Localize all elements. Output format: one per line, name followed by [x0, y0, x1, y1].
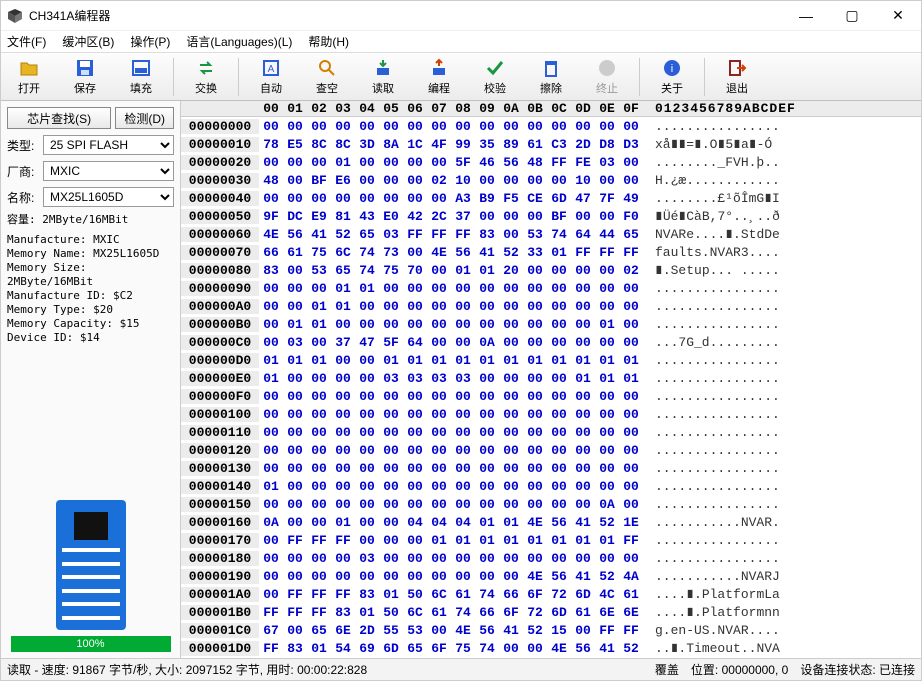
chip-info-text: Manufacture: MXIC Memory Name: MX25L1605… — [7, 233, 174, 345]
hex-row[interactable]: 0000002000000001000000005F465648FFFE0300… — [181, 153, 921, 171]
read-icon — [373, 58, 393, 78]
prog-button[interactable]: 编程 — [411, 54, 467, 100]
stop-button: 终止 — [579, 54, 635, 100]
verify-button[interactable]: 校验 — [467, 54, 523, 100]
fill-icon — [131, 58, 151, 78]
close-button[interactable]: ✕ — [875, 1, 921, 31]
blank-button[interactable]: 查空 — [299, 54, 355, 100]
hex-row[interactable]: 000000604E5641526503FFFFFF83005374644465… — [181, 225, 921, 243]
save-icon — [75, 58, 95, 78]
name-select[interactable]: MX25L1605D — [43, 187, 174, 207]
blank-icon — [317, 58, 337, 78]
menu-operate[interactable]: 操作(P) — [130, 33, 170, 50]
status-mode: 覆盖 — [655, 661, 679, 678]
hex-row[interactable]: 000000D001010100000101010101010101010101… — [181, 351, 921, 369]
toolbar: 打开 保存 填充 交换 A自动 查空 读取 编程 校验 擦除 终止 i关于 退出 — [1, 53, 921, 101]
svg-text:i: i — [671, 63, 673, 75]
hex-row[interactable]: 0000013000000000000000000000000000000000… — [181, 459, 921, 477]
left-panel: 芯片查找(S) 检测(D) 类型: 25 SPI FLASH 厂商: MXIC … — [1, 101, 181, 658]
hex-row[interactable]: 000000706661756C7473004E5641523301FFFFFF… — [181, 243, 921, 261]
hex-row[interactable]: 0000019000000000000000000000004E5641524A… — [181, 567, 921, 585]
hex-row[interactable]: 0000000000000000000000000000000000000000… — [181, 117, 921, 135]
progress-bar: 100% — [11, 636, 171, 652]
erase-icon — [541, 58, 561, 78]
hex-row[interactable]: 0000018000000000030000000000000000000000… — [181, 549, 921, 567]
hex-row[interactable]: 0000009000000001010000000000000000000000… — [181, 279, 921, 297]
type-label: 类型: — [7, 137, 39, 154]
hex-row[interactable]: 0000010000000000000000000000000000000000… — [181, 405, 921, 423]
hex-row[interactable]: 0000014001000000000000000000000000000000… — [181, 477, 921, 495]
hex-row[interactable]: 000001A000FFFFFF8301506C6174666F726D4C61… — [181, 585, 921, 603]
menu-buffer[interactable]: 缓冲区(B) — [62, 33, 114, 50]
open-icon — [19, 58, 39, 78]
status-conn: 设备连接状态: 已连接 — [800, 661, 915, 678]
hex-row[interactable]: 0000012000000000000000000000000000000000… — [181, 441, 921, 459]
hex-row[interactable]: 000000400000000000000000A3B9F5CE6D477F49… — [181, 189, 921, 207]
hex-row[interactable]: 000000509FDCE98143E0422C37000000BF0000F0… — [181, 207, 921, 225]
hex-row[interactable]: 000000F000000000000000000000000000000000… — [181, 387, 921, 405]
save-button[interactable]: 保存 — [57, 54, 113, 100]
menubar: 文件(F) 缓冲区(B) 操作(P) 语言(Languages)(L) 帮助(H… — [1, 31, 921, 53]
window-title: CH341A编程器 — [29, 7, 783, 24]
status-left: 读取 - 速度: 91867 字节/秒, 大小: 2097152 字节, 用时:… — [7, 661, 367, 678]
minimize-button[interactable]: — — [783, 1, 829, 31]
hex-row[interactable]: 0000001078E58C8C3D8A1C4F99358961C32DD8D3… — [181, 135, 921, 153]
name-label: 名称: — [7, 189, 39, 206]
hex-row[interactable]: 0000008083005365747570000101200000000002… — [181, 261, 921, 279]
hex-row[interactable]: 000000304800BFE6000000021000000000100000… — [181, 171, 921, 189]
open-button[interactable]: 打开 — [1, 54, 57, 100]
swap-icon — [196, 58, 216, 78]
app-icon — [7, 8, 23, 24]
statusbar: 读取 - 速度: 91867 字节/秒, 大小: 2097152 字节, 用时:… — [1, 658, 921, 680]
verify-icon — [485, 58, 505, 78]
erase-button[interactable]: 擦除 — [523, 54, 579, 100]
hex-row[interactable]: 000001600A000001000004040401014E5641521E… — [181, 513, 921, 531]
hex-row[interactable]: 0000017000FFFFFF0000000101010101010101FF… — [181, 531, 921, 549]
read-button[interactable]: 读取 — [355, 54, 411, 100]
menu-help[interactable]: 帮助(H) — [308, 33, 349, 50]
hex-row[interactable]: 000000C000030037475F6400000A000000000000… — [181, 333, 921, 351]
auto-icon: A — [261, 58, 281, 78]
about-icon: i — [662, 58, 682, 78]
hex-row[interactable]: 000001D0FF830154696D656F757400004E564152… — [181, 639, 921, 657]
hex-row[interactable]: 0000011000000000000000000000000000000000… — [181, 423, 921, 441]
prog-icon — [429, 58, 449, 78]
menu-file[interactable]: 文件(F) — [7, 33, 46, 50]
auto-button[interactable]: A自动 — [243, 54, 299, 100]
maker-select[interactable]: MXIC — [43, 161, 174, 181]
chip-diagram — [56, 500, 126, 630]
hex-row[interactable]: 000000A000000101000000000000000000000000… — [181, 297, 921, 315]
capacity-text: 容量: 2MByte/16MBit — [7, 213, 174, 227]
stop-icon — [597, 58, 617, 78]
hex-editor[interactable]: 000102030405060708090A0B0C0D0E0F 0123456… — [181, 101, 921, 658]
fill-button[interactable]: 填充 — [113, 54, 169, 100]
maximize-button[interactable]: ▢ — [829, 1, 875, 31]
exit-button[interactable]: 退出 — [709, 54, 765, 100]
swap-button[interactable]: 交换 — [178, 54, 234, 100]
status-pos: 位置: 00000000, 0 — [691, 661, 788, 678]
chip-search-button[interactable]: 芯片查找(S) — [7, 107, 111, 129]
about-button[interactable]: i关于 — [644, 54, 700, 100]
exit-icon — [727, 58, 747, 78]
hex-row[interactable]: 000000E001000000000303030300000000010101… — [181, 369, 921, 387]
hex-row[interactable]: 000000B000010100000000000000000000000100… — [181, 315, 921, 333]
hex-header: 000102030405060708090A0B0C0D0E0F 0123456… — [181, 101, 921, 117]
type-select[interactable]: 25 SPI FLASH — [43, 135, 174, 155]
maker-label: 厂商: — [7, 163, 39, 180]
titlebar: CH341A编程器 — ▢ ✕ — [1, 1, 921, 31]
detect-button[interactable]: 检测(D) — [115, 107, 174, 129]
menu-language[interactable]: 语言(Languages)(L) — [186, 33, 292, 50]
hex-row[interactable]: 000001B0FFFFFF8301506C6174666F726D616E6E… — [181, 603, 921, 621]
svg-text:A: A — [268, 64, 275, 75]
hex-row[interactable]: 0000015000000000000000000000000000000A00… — [181, 495, 921, 513]
hex-row[interactable]: 000001C06700656E2D5553004E5641521500FFFF… — [181, 621, 921, 639]
